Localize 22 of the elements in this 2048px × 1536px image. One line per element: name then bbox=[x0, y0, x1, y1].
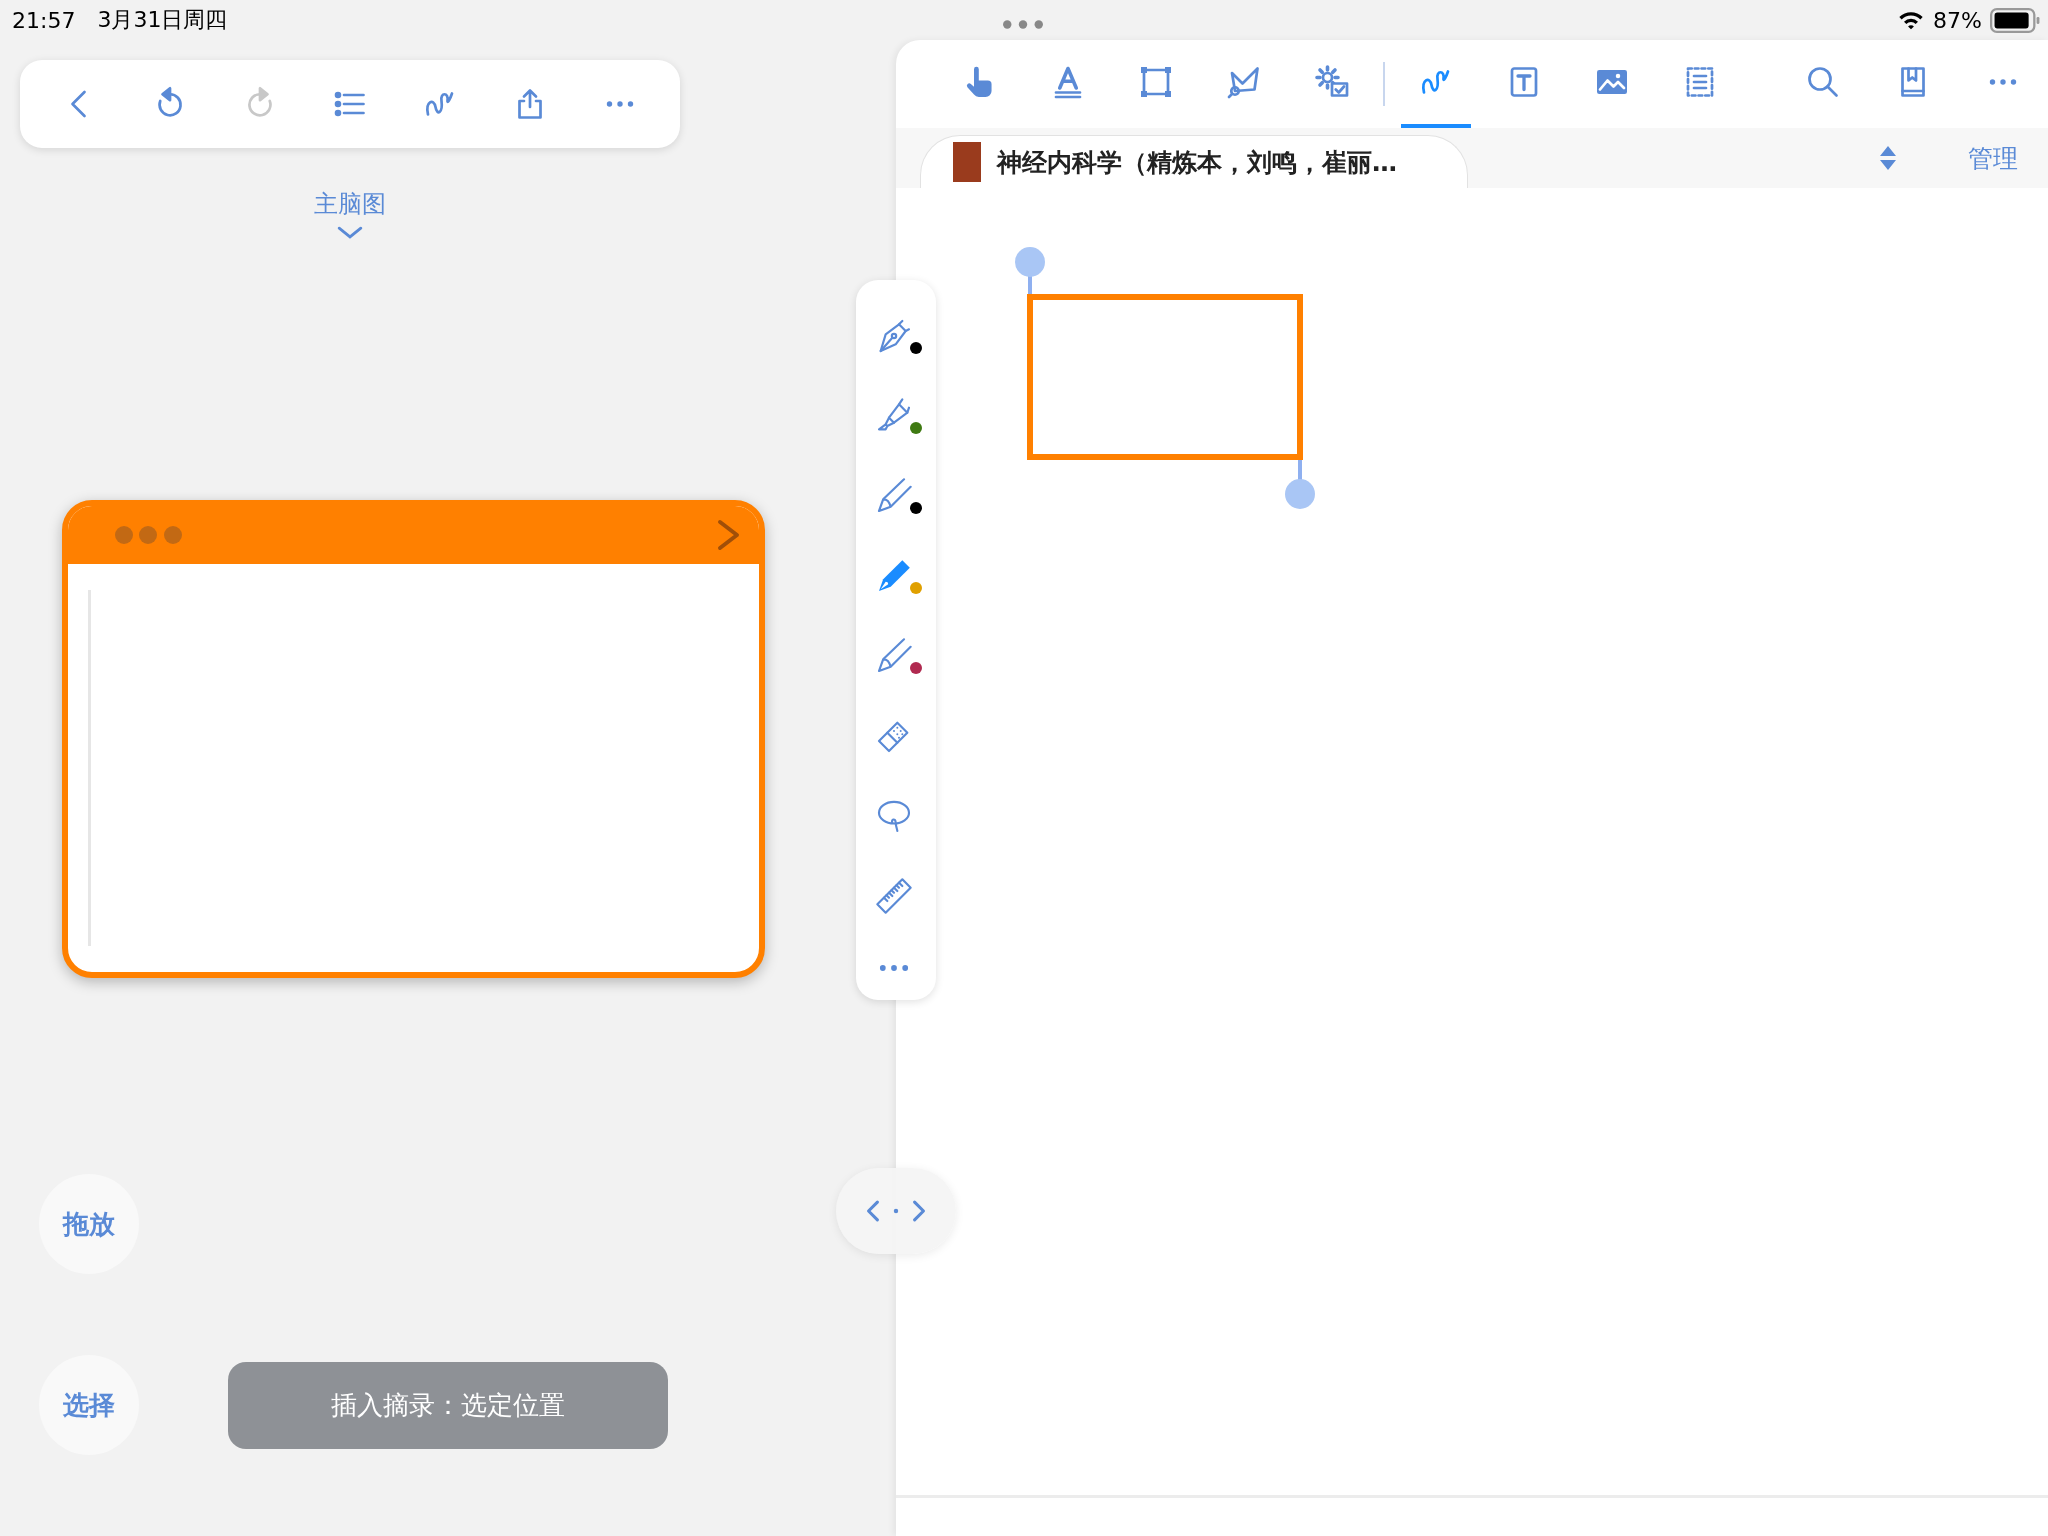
mindmap-title[interactable]: 主脑图 bbox=[314, 188, 386, 220]
manage-link[interactable]: 管理 bbox=[1968, 141, 2018, 175]
toast-message: 插入摘录：选定位置 bbox=[228, 1362, 668, 1449]
status-date: 3月31日周四 bbox=[97, 6, 228, 34]
document-tab[interactable]: 神经内科学（精炼本，刘鸣，崔丽… bbox=[920, 135, 1468, 188]
gear-icon bbox=[1314, 64, 1350, 100]
chevron-down-icon[interactable] bbox=[337, 226, 363, 239]
battery-icon bbox=[1990, 7, 2040, 33]
sort-icon[interactable] bbox=[1878, 144, 1898, 172]
ruler-icon bbox=[874, 876, 914, 916]
chevron-right-icon[interactable] bbox=[717, 519, 741, 551]
round-text-button[interactable]: 选择 bbox=[39, 1355, 139, 1455]
round-text-button[interactable]: 拖放 bbox=[39, 1174, 139, 1274]
book-cover-placeholder bbox=[953, 142, 981, 182]
battery-percent: 87% bbox=[1933, 7, 1982, 33]
selection-rectangle-icon bbox=[1138, 64, 1174, 100]
multitasking-dots-icon[interactable] bbox=[1002, 19, 1044, 30]
shape-pen-icon bbox=[1226, 64, 1262, 100]
document-title: 神经内科学（精炼本，刘鸣，崔丽… bbox=[997, 146, 1397, 179]
dots-icon bbox=[114, 525, 184, 545]
status-time: 21:57 bbox=[12, 7, 76, 33]
note-card[interactable] bbox=[62, 500, 765, 978]
